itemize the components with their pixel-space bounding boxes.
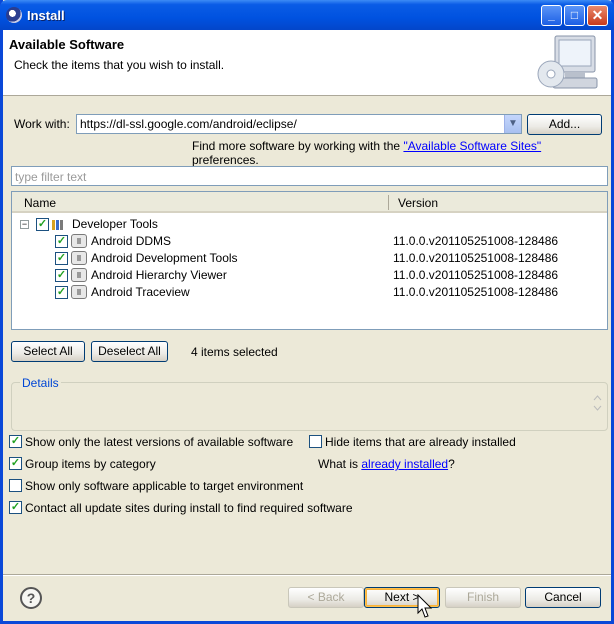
filter-input[interactable]: type filter text <box>11 166 608 186</box>
eclipse-icon <box>6 7 22 23</box>
minimize-button[interactable]: _ <box>541 5 562 26</box>
item-name: Android Development Tools <box>91 251 238 265</box>
contact-sites-label: Contact all update sites during install … <box>25 500 353 515</box>
table-row[interactable]: ✓ Android Traceview 11.0.0.v201105251008… <box>12 284 607 301</box>
details-group: Details <box>11 376 608 431</box>
plugin-icon <box>71 251 87 265</box>
more-sites-text: Find more software by working with the "… <box>192 139 611 167</box>
work-with-label: Work with: <box>14 117 70 131</box>
plugin-icon <box>71 234 87 248</box>
window-title: Install <box>27 8 65 23</box>
plugin-icon <box>71 268 87 282</box>
mouse-cursor-icon <box>417 594 433 618</box>
page-title: Available Software <box>9 37 125 52</box>
table-row[interactable]: ✓ Android Hierarchy Viewer 11.0.0.v20110… <box>12 267 607 284</box>
page-subtitle: Check the items that you wish to install… <box>14 58 225 72</box>
latest-versions-checkbox[interactable]: ✓ <box>9 435 22 449</box>
item-checkbox[interactable]: ✓ <box>55 286 68 299</box>
applicable-option[interactable]: Show only software applicable to target … <box>9 478 303 493</box>
wizard-header: Available Software Check the items that … <box>3 30 611 96</box>
category-checkbox[interactable]: ✓ <box>36 218 49 231</box>
details-label: Details <box>20 376 61 390</box>
item-name: Android Hierarchy Viewer <box>91 268 227 282</box>
install-dialog: Install _ □ ✕ Available Software Check t… <box>0 0 614 624</box>
contact-sites-checkbox[interactable]: ✓ <box>9 501 22 515</box>
applicable-checkbox[interactable] <box>9 479 22 493</box>
item-checkbox[interactable]: ✓ <box>55 252 68 265</box>
cancel-button[interactable]: Cancel <box>525 587 601 608</box>
chevron-down-icon[interactable]: ▼ <box>504 115 521 133</box>
footer-divider <box>3 574 611 576</box>
back-button[interactable]: < Back <box>288 587 364 608</box>
software-tree-table[interactable]: Name Version − ✓ Developer Tools ✓ Andro… <box>11 191 608 330</box>
collapse-icon[interactable]: − <box>20 220 29 229</box>
available-sites-link[interactable]: "Available Software Sites" <box>403 139 541 153</box>
column-version-header[interactable]: Version <box>398 196 438 210</box>
what-is-prefix: What is <box>318 457 359 471</box>
latest-versions-label: Show only the latest versions of availab… <box>25 434 294 449</box>
table-header: Name Version <box>12 192 607 213</box>
plugin-icon <box>71 285 87 299</box>
contact-sites-option[interactable]: ✓ Contact all update sites during install… <box>9 500 353 515</box>
work-with-combo[interactable]: https://dl-ssl.google.com/android/eclips… <box>76 114 522 134</box>
close-button[interactable]: ✕ <box>587 5 608 26</box>
help-icon[interactable]: ? <box>20 587 42 609</box>
what-is-suffix: ? <box>448 457 455 471</box>
item-checkbox[interactable]: ✓ <box>55 269 68 282</box>
category-row[interactable]: − ✓ Developer Tools <box>12 216 607 233</box>
item-version: 11.0.0.v201105251008-128486 <box>393 268 559 282</box>
item-version: 11.0.0.v201105251008-128486 <box>393 234 559 248</box>
maximize-button[interactable]: □ <box>564 5 585 26</box>
title-bar[interactable]: Install _ □ ✕ <box>0 0 614 30</box>
item-name: Android Traceview <box>91 285 190 299</box>
computer-cd-icon <box>537 35 598 89</box>
item-version: 11.0.0.v201105251008-128486 <box>393 251 559 265</box>
details-scroll-icon[interactable] <box>591 393 604 413</box>
add-site-button[interactable]: Add... <box>527 114 602 135</box>
deselect-all-button[interactable]: Deselect All <box>91 341 168 362</box>
hide-installed-label: Hide items that are already installed <box>325 434 516 449</box>
group-category-label: Group items by category <box>25 456 156 471</box>
category-label: Developer Tools <box>72 217 158 231</box>
item-checkbox[interactable]: ✓ <box>55 235 68 248</box>
item-version: 11.0.0.v201105251008-128486 <box>393 285 559 299</box>
selected-count: 4 items selected <box>191 345 278 359</box>
group-category-option[interactable]: ✓ Group items by category <box>9 456 156 471</box>
already-installed-link[interactable]: already installed <box>361 457 448 471</box>
more-sites-prefix: Find more software by working with the <box>192 139 401 153</box>
table-row[interactable]: ✓ Android Development Tools 11.0.0.v2011… <box>12 250 607 267</box>
item-name: Android DDMS <box>91 234 172 248</box>
hide-installed-option[interactable]: Hide items that are already installed <box>309 434 516 449</box>
hide-installed-checkbox[interactable] <box>309 435 322 449</box>
applicable-label: Show only software applicable to target … <box>25 478 304 493</box>
category-icon <box>52 219 68 230</box>
group-category-checkbox[interactable]: ✓ <box>9 457 22 471</box>
latest-versions-option[interactable]: ✓ Show only the latest versions of availa… <box>9 434 293 449</box>
work-with-value: https://dl-ssl.google.com/android/eclips… <box>80 117 297 131</box>
what-is-installed: What is already installed? <box>318 457 455 471</box>
more-sites-suffix: preferences. <box>192 153 259 167</box>
table-row[interactable]: ✓ Android DDMS 11.0.0.v201105251008-1284… <box>12 233 607 250</box>
finish-button[interactable]: Finish <box>445 587 521 608</box>
column-name-header[interactable]: Name <box>24 196 56 210</box>
filter-placeholder: type filter text <box>15 170 87 184</box>
select-all-button[interactable]: Select All <box>11 341 85 362</box>
